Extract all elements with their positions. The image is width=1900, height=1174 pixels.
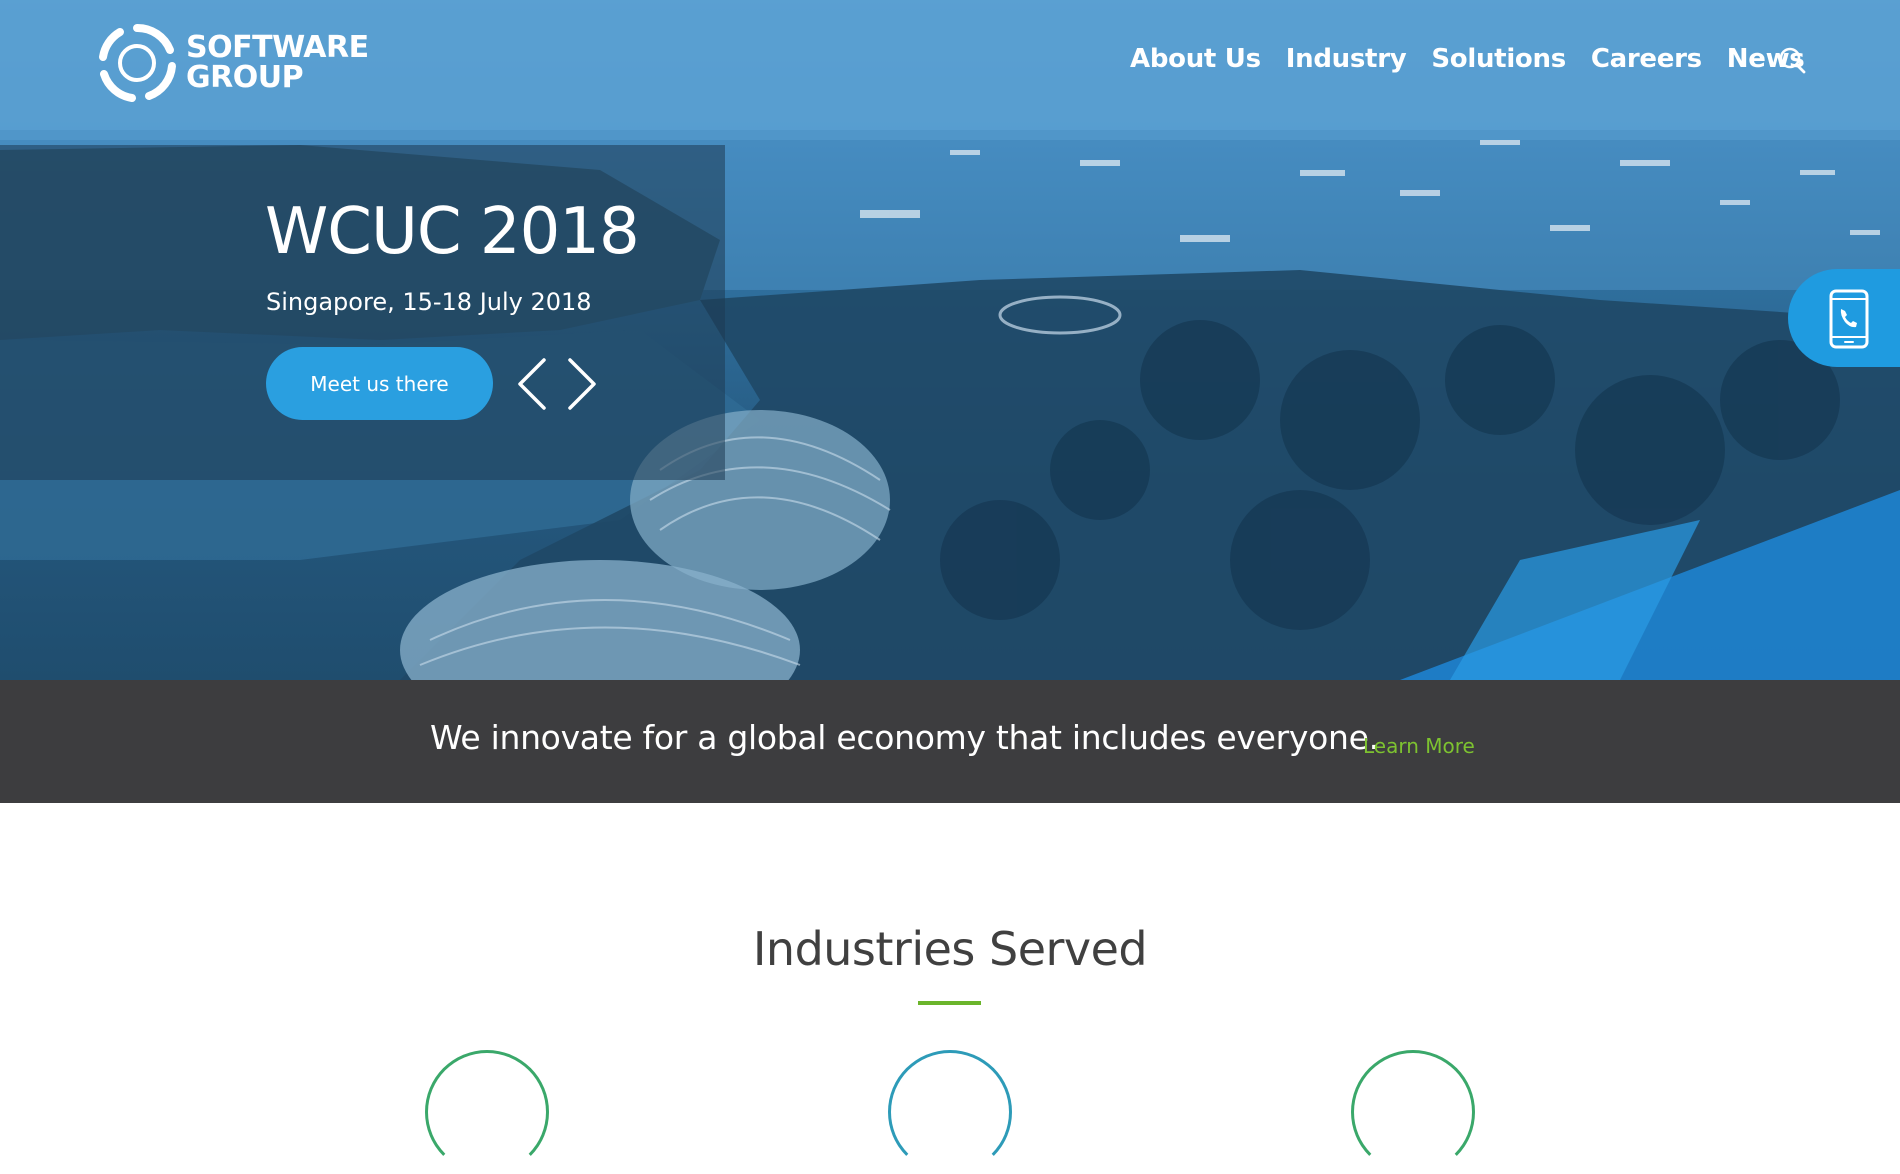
- nav-item-industry[interactable]: Industry: [1286, 44, 1407, 74]
- nav-item-careers[interactable]: Careers: [1591, 44, 1702, 74]
- industry-icon-circle[interactable]: [425, 1050, 549, 1174]
- chevron-right-icon[interactable]: [564, 356, 600, 412]
- industry-icon-circle[interactable]: [1351, 1050, 1475, 1174]
- chevron-left-icon[interactable]: [514, 356, 550, 412]
- main-nav: About Us Industry Solutions Careers News: [1130, 44, 1830, 74]
- search-icon[interactable]: [1778, 46, 1806, 74]
- meet-us-button[interactable]: Meet us there: [266, 347, 493, 420]
- logo-mark-icon: [99, 23, 176, 102]
- title-underline: [918, 1001, 981, 1005]
- industries-title: Industries Served: [752, 922, 1148, 976]
- nav-item-solutions[interactable]: Solutions: [1431, 44, 1566, 74]
- hero-section: SOFTWARE GROUP About Us Industry Solutio…: [0, 0, 1900, 680]
- slide-title: WCUC 2018: [265, 195, 640, 269]
- logo[interactable]: SOFTWARE GROUP: [94, 20, 369, 106]
- logo-wordmark: SOFTWARE GROUP: [186, 33, 369, 93]
- logo-line-1: SOFTWARE: [186, 30, 369, 65]
- contact-phone-button[interactable]: [1788, 269, 1900, 367]
- slide-subtitle: Singapore, 15-18 July 2018: [266, 288, 592, 316]
- mission-statement: We innovate for a global economy that in…: [430, 718, 1379, 757]
- phone-icon: [1829, 289, 1869, 349]
- logo-line-2: GROUP: [186, 60, 304, 95]
- industry-icon-circle[interactable]: [888, 1050, 1012, 1174]
- nav-item-about-us[interactable]: About Us: [1130, 44, 1261, 74]
- learn-more-link[interactable]: Learn More: [1363, 734, 1475, 758]
